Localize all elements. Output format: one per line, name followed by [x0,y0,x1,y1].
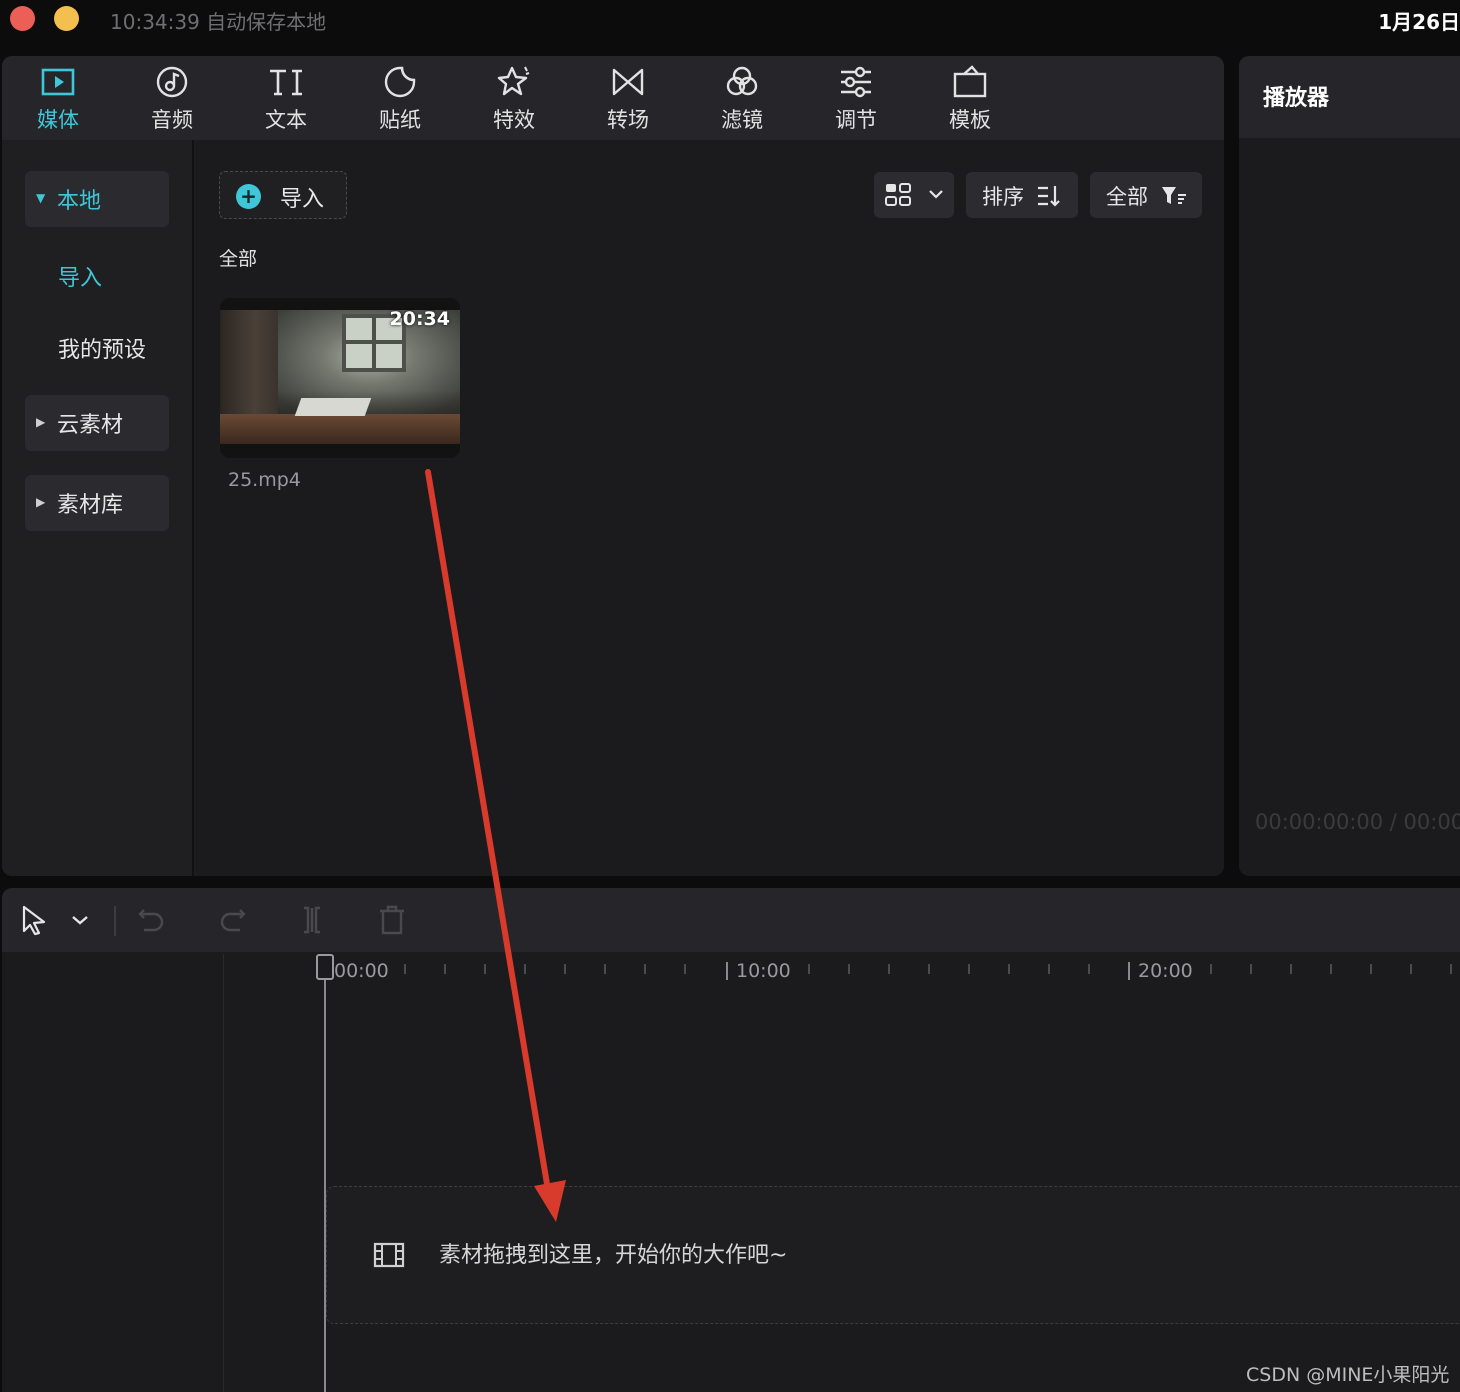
tab-adjust-label: 调节 [835,108,877,132]
section-title: 全部 [219,248,258,270]
timeline-ruler[interactable]: 00:00 10:00 20:00 [224,954,1460,994]
caret-right-icon: ▶ [36,415,46,429]
undo-icon[interactable] [136,904,168,936]
ruler-label: 00:00 [334,960,389,982]
text-icon [268,64,304,100]
playhead-handle[interactable] [316,954,334,980]
track-header-column [2,954,224,1392]
sidebar-item-label: 云素材 [57,413,124,438]
sidebar-item-import[interactable]: 导入 [58,260,102,292]
feature-toolbar: 媒体 音频 文本 贴纸 特效 转场 滤镜 调节 模板 [2,56,1224,140]
tab-effects[interactable]: 特效 [464,60,564,136]
tab-media[interactable]: 媒体 [8,60,108,136]
media-content: + 导入 排序 全部 全部 20:34 25.mp4 [196,140,1224,876]
tab-transition-label: 转场 [607,108,649,132]
sidebar-item-presets[interactable]: 我的预设 [58,332,146,364]
sort-button[interactable]: 排序 [966,172,1078,218]
template-icon [952,64,988,100]
transition-icon [610,64,646,100]
import-button-label: 导入 [280,187,325,212]
watermark-text: CSDN @MINE小果阳光 [1246,1364,1450,1386]
timeline-drop-zone[interactable]: 素材拖拽到这里，开始你的大作吧~ [326,1186,1460,1324]
drop-hint-text: 素材拖拽到这里，开始你的大作吧~ [439,1243,788,1268]
player-title: 播放器 [1263,86,1330,111]
caret-down-icon: ▼ [36,191,46,205]
tab-text-label: 文本 [265,108,307,132]
filter-funnel-icon [1162,187,1186,204]
close-window-button[interactable] [10,6,35,31]
plus-icon: + [236,184,261,209]
adjust-icon [838,64,874,100]
chevron-down-icon [929,190,943,199]
redo-icon[interactable] [216,904,248,936]
split-icon[interactable] [296,904,328,936]
sidebar-item-cloud[interactable]: ▶ 云素材 [25,395,169,451]
tab-filter-label: 滤镜 [721,108,763,132]
player-panel: 播放器 00:00:00:00 / 00:00 [1239,56,1460,876]
tab-audio[interactable]: 音频 [122,60,222,136]
title-bar: 10:34:39 自动保存本地 1月26日 [0,0,1460,44]
delete-icon[interactable] [376,904,408,936]
sidebar-item-label: 本地 [57,189,102,214]
timeline-toolbar [2,888,1460,952]
sticker-icon [382,64,418,100]
tab-sticker-label: 贴纸 [379,108,421,132]
sidebar-item-local[interactable]: ▼ 本地 [25,171,169,227]
tab-effects-label: 特效 [493,108,535,132]
media-duration: 20:34 [389,308,450,330]
media-icon [40,64,76,100]
tab-template[interactable]: 模板 [920,60,1020,136]
autosave-status: 10:34:39 自动保存本地 [110,10,327,34]
filter-icon [724,64,760,100]
view-mode-dropdown[interactable] [874,172,954,218]
filter-button[interactable]: 全部 [1090,172,1202,218]
caret-right-icon: ▶ [36,495,46,509]
film-icon [373,1242,405,1268]
tab-transition[interactable]: 转场 [578,60,678,136]
media-thumbnail[interactable]: 20:34 [220,298,460,458]
filter-button-label: 全部 [1106,185,1148,209]
media-file-name: 25.mp4 [228,469,301,491]
select-tool-icon[interactable] [18,904,50,936]
tab-adjust[interactable]: 调节 [806,60,906,136]
select-tool-dropdown-icon[interactable] [64,904,96,936]
sidebar-item-library[interactable]: ▶ 素材库 [25,475,169,531]
sidebar-item-label: 素材库 [57,493,124,518]
player-timecode: 00:00:00:00 / 00:00 [1255,810,1460,834]
player-header: 播放器 [1239,56,1460,138]
tab-media-label: 媒体 [37,108,79,132]
toolbar-divider [114,906,116,936]
tab-template-label: 模板 [949,108,991,132]
tab-sticker[interactable]: 贴纸 [350,60,450,136]
media-panel: 媒体 音频 文本 贴纸 特效 转场 滤镜 调节 模板 ▼ 本地 导入 我的预设 … [2,56,1224,876]
playhead-line [324,956,326,1392]
ruler-label: 20:00 [1138,960,1193,982]
video-preview-image [220,310,460,444]
sort-icon [1038,186,1060,207]
effects-icon [496,64,532,100]
audio-icon [154,64,190,100]
sort-button-label: 排序 [982,185,1024,209]
media-sidebar: ▼ 本地 导入 我的预设 ▶ 云素材 ▶ 素材库 [2,140,194,876]
timeline-panel: 00:00 10:00 20:00 素材拖拽到这里，开始你的大作吧~ [2,888,1460,1392]
date-label: 1月26日 [1378,10,1460,34]
minimize-window-button[interactable] [54,6,79,31]
import-button[interactable]: + 导入 [219,171,347,219]
tab-filter[interactable]: 滤镜 [692,60,792,136]
grid-view-icon [885,183,911,206]
ruler-label: 10:00 [736,960,791,982]
tab-audio-label: 音频 [151,108,193,132]
tab-text[interactable]: 文本 [236,60,336,136]
